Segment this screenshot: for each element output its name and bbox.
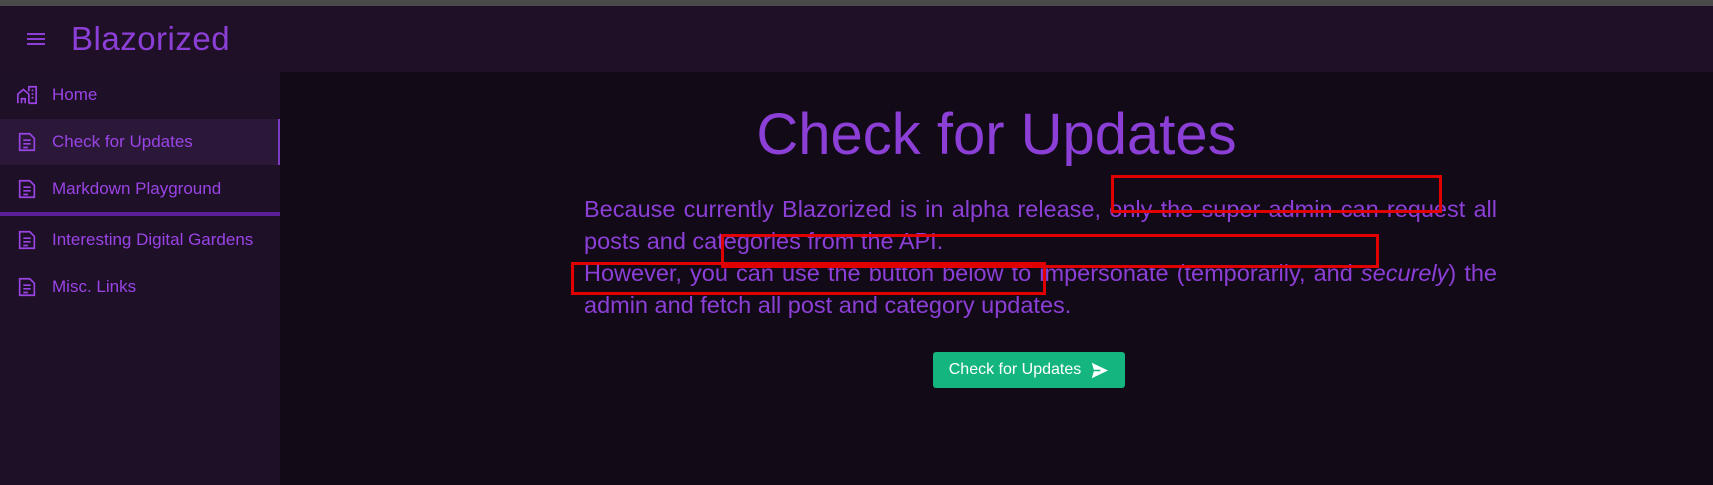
sidebar-item-markdown-playground[interactable]: Markdown Playground — [0, 166, 280, 212]
document-icon — [18, 132, 36, 152]
sidebar-item-label: Interesting Digital Gardens — [52, 230, 254, 249]
send-icon — [1092, 362, 1109, 378]
app-bar: Blazorized — [0, 6, 1713, 72]
sidebar-item-misc-links[interactable]: Misc. Links — [0, 264, 280, 310]
button-label: Check for Updates — [948, 361, 1082, 378]
sidebar-item-check-for-updates[interactable]: Check for Updates — [0, 119, 280, 165]
page-title: Check for Updates — [756, 102, 1237, 167]
info-paragraph: Because currently Blazorized is in alpha… — [584, 193, 1497, 321]
sidebar-item-home[interactable]: Home — [0, 72, 280, 118]
sidebar-divider — [0, 212, 280, 216]
info-text-line-2-before: However, you can use the button below to… — [584, 260, 1361, 286]
main-content: Check for Updates Because currently Blaz… — [280, 72, 1713, 485]
sidebar-item-interesting-digital-gardens[interactable]: Interesting Digital Gardens — [0, 217, 280, 263]
sidebar-item-label: Check for Updates — [52, 132, 193, 151]
document-icon — [18, 179, 36, 199]
sidebar-item-label: Misc. Links — [52, 277, 137, 296]
info-text-line-1: Because currently Blazorized is in alpha… — [584, 196, 1497, 254]
sidebar-item-label: Markdown Playground — [52, 179, 222, 198]
menu-icon — [27, 33, 45, 45]
app-title[interactable]: Blazorized — [71, 20, 230, 58]
sidebar: Home Check for Updates Markdown Playgrou… — [0, 72, 280, 485]
info-text-emphasis: securely — [1360, 260, 1449, 286]
hamburger-menu-button[interactable] — [18, 21, 54, 57]
document-icon — [18, 230, 36, 250]
document-icon — [18, 277, 36, 297]
check-for-updates-button[interactable]: Check for Updates — [933, 352, 1125, 388]
sidebar-item-label: Home — [52, 85, 98, 104]
home-icon — [17, 85, 37, 105]
